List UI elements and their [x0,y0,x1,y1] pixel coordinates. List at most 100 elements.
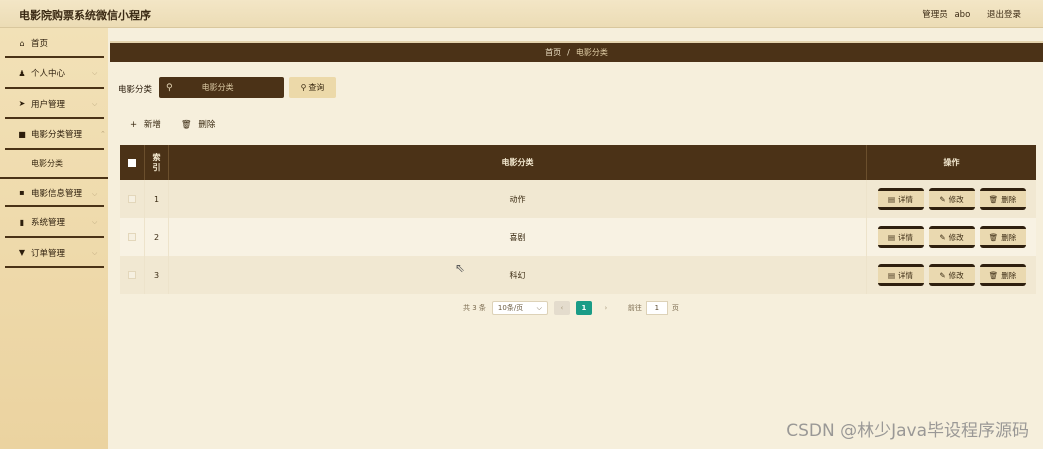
header-name: 电影分类 [168,145,866,180]
delete-button[interactable]: 🗑 删除 [979,264,1026,286]
row-actions: ▤ 详情 ✎ 修改 🗑 删除 [866,256,1036,294]
edit-button[interactable]: ✎ 修改 [928,188,975,210]
grid-icon: ▪ [19,188,25,198]
sidebar-item-label: 系统管理 [31,218,66,229]
row-index: 2 [144,218,168,256]
row-index: 1 [144,180,168,218]
add-button-label: 新增 [143,120,161,130]
page-number-button[interactable]: 1 [575,301,592,315]
user-area: 管理员 abo 退出登录 [918,8,1021,20]
goto-page: 前往 页 [628,301,679,315]
batch-delete-button[interactable]: 🗑 删除 [181,118,216,130]
folder-icon: ■ [18,129,26,139]
delete-label: 删除 [1001,232,1017,242]
detail-label: 详情 [898,232,914,242]
row-actions: ▤ 详情 ✎ 修改 🗑 删除 [866,180,1036,218]
sidebar-item-label: 电影信息管理 [31,188,83,199]
trash-icon: 🗑 [988,232,999,242]
sidebar-item-movie-category[interactable]: ■ 电影分类管理 ⌃ [0,119,108,150]
breadcrumb-separator: / [567,48,570,57]
logout-button[interactable]: 退出登录 [987,10,1021,20]
sidebar-item-system[interactable]: ▮ 系统管理 ⌵ [0,207,108,238]
edit-icon: ✎ [939,232,946,242]
plus-icon: + [130,120,138,130]
chevron-down-icon: ⌵ [92,69,98,77]
breadcrumb-home[interactable]: 首页 [545,47,561,58]
trash-icon: 🗑 [988,270,999,280]
delete-button[interactable]: 🗑 删除 [979,188,1026,210]
row-checkbox[interactable] [128,233,136,241]
edit-icon: ✎ [939,270,946,280]
select-all-checkbox[interactable] [128,158,136,167]
page-size-value: 10条/页 [497,304,524,312]
row-name: 动作 [168,180,866,218]
chevron-down-icon: ⌵ [92,218,98,226]
chevron-down-icon: ⌵ [536,303,542,312]
detail-button[interactable]: ▤ 详情 [877,226,924,248]
row-index: 3 [144,256,168,294]
total-count: 共 3 条 [463,304,486,312]
prev-page-button[interactable]: ‹ [553,301,570,315]
row-checkbox[interactable] [128,271,136,279]
edit-button[interactable]: ✎ 修改 [928,264,975,286]
page-unit: 页 [671,304,679,312]
row-name: 科幻 [168,256,866,294]
detail-icon: ▤ [887,232,896,242]
sidebar-item-movie-info[interactable]: ▪ 电影信息管理 ⌵ [0,176,108,208]
query-button[interactable]: ⚲ 查询 [289,77,336,98]
goto-page-input[interactable] [645,301,668,315]
watermark: CSDN @林少Java毕设程序源码 [786,421,1029,441]
breadcrumb: 首页 / 电影分类 [110,41,1043,62]
table-header: 索引 电影分类 操作 [120,145,1036,180]
chevron-up-icon: ⌃ [100,130,106,138]
edit-label: 修改 [948,194,964,204]
table-body: 1 动作 ▤详情 ✎修改 🗑删除 2 喜剧 ▤详情 ✎修改 🗑删除 [120,180,1036,294]
row-checkbox-cell [120,256,144,294]
delete-button[interactable]: 🗑 删除 [979,226,1026,248]
sidebar-item-orders[interactable]: ▼ 订单管理 ⌵ [0,238,108,269]
goto-label: 前往 [627,304,642,312]
detail-label: 详情 [898,194,914,204]
add-button[interactable]: + 新增 [130,118,161,130]
search-icon: ⚲ [300,83,307,92]
sidebar-item-home[interactable]: ⌂ 首页 [0,28,108,58]
chevron-left-icon: ‹ [560,304,564,312]
sidebar-item-profile[interactable]: ♟ 个人中心 ⌵ [0,58,108,89]
sidebar-subitem-movie-category[interactable]: 电影分类 [0,150,108,177]
page-size-select[interactable]: 10条/页 ⌵ [491,301,548,315]
trash-icon: 🗑 [180,120,192,130]
main-content: 首页 / 电影分类 电影分类 ⚲ ⚲ 查询 + 新增 🗑 删除 索引 电影分类 [108,28,1043,449]
edit-label: 修改 [948,270,964,280]
edit-icon: ✎ [939,194,946,204]
header-actions: 操作 [866,145,1036,180]
mouse-cursor-icon: ⇖ [455,261,466,275]
row-actions: ▤ 详情 ✎ 修改 🗑 删除 [866,218,1036,256]
top-header: 电影院购票系统微信小程序 管理员 abo 退出登录 [0,0,1043,28]
username: abo [954,10,971,20]
sidebar-item-label: 用户管理 [31,99,66,110]
sidebar-item-users[interactable]: ➤ 用户管理 ⌵ [0,89,108,120]
detail-button[interactable]: ▤ 详情 [877,264,924,286]
sidebar-item-label: 电影分类管理 [31,130,83,141]
chevron-down-icon: ⌵ [92,189,98,198]
sidebar-item-label: 个人中心 [31,69,66,80]
batch-delete-label: 删除 [198,120,216,130]
header-index: 索引 [144,145,168,180]
user-icon: ♟ [18,68,26,78]
edit-button[interactable]: ✎ 修改 [928,226,975,248]
detail-label: 详情 [898,270,914,280]
chevron-right-icon: › [604,304,608,312]
row-checkbox[interactable] [128,195,136,203]
chevron-down-icon: ⌵ [92,99,98,108]
search-icon: ⚲ [166,82,173,93]
chevron-down-icon: ⌵ [92,248,98,257]
next-page-button[interactable]: › [598,301,614,315]
search-input[interactable] [172,83,263,92]
send-icon: ➤ [18,99,26,109]
sidebar: ⌂ 首页 ♟ 个人中心 ⌵ ➤ 用户管理 ⌵ ■ 电影分类管理 ⌃ 电影分类 ▪… [0,28,108,449]
row-checkbox-cell [120,218,144,256]
trash-icon: 🗑 [988,194,999,204]
app-title: 电影院购票系统微信小程序 [19,9,151,22]
detail-button[interactable]: ▤ 详情 [877,188,924,210]
sidebar-item-label: 订单管理 [31,248,66,259]
